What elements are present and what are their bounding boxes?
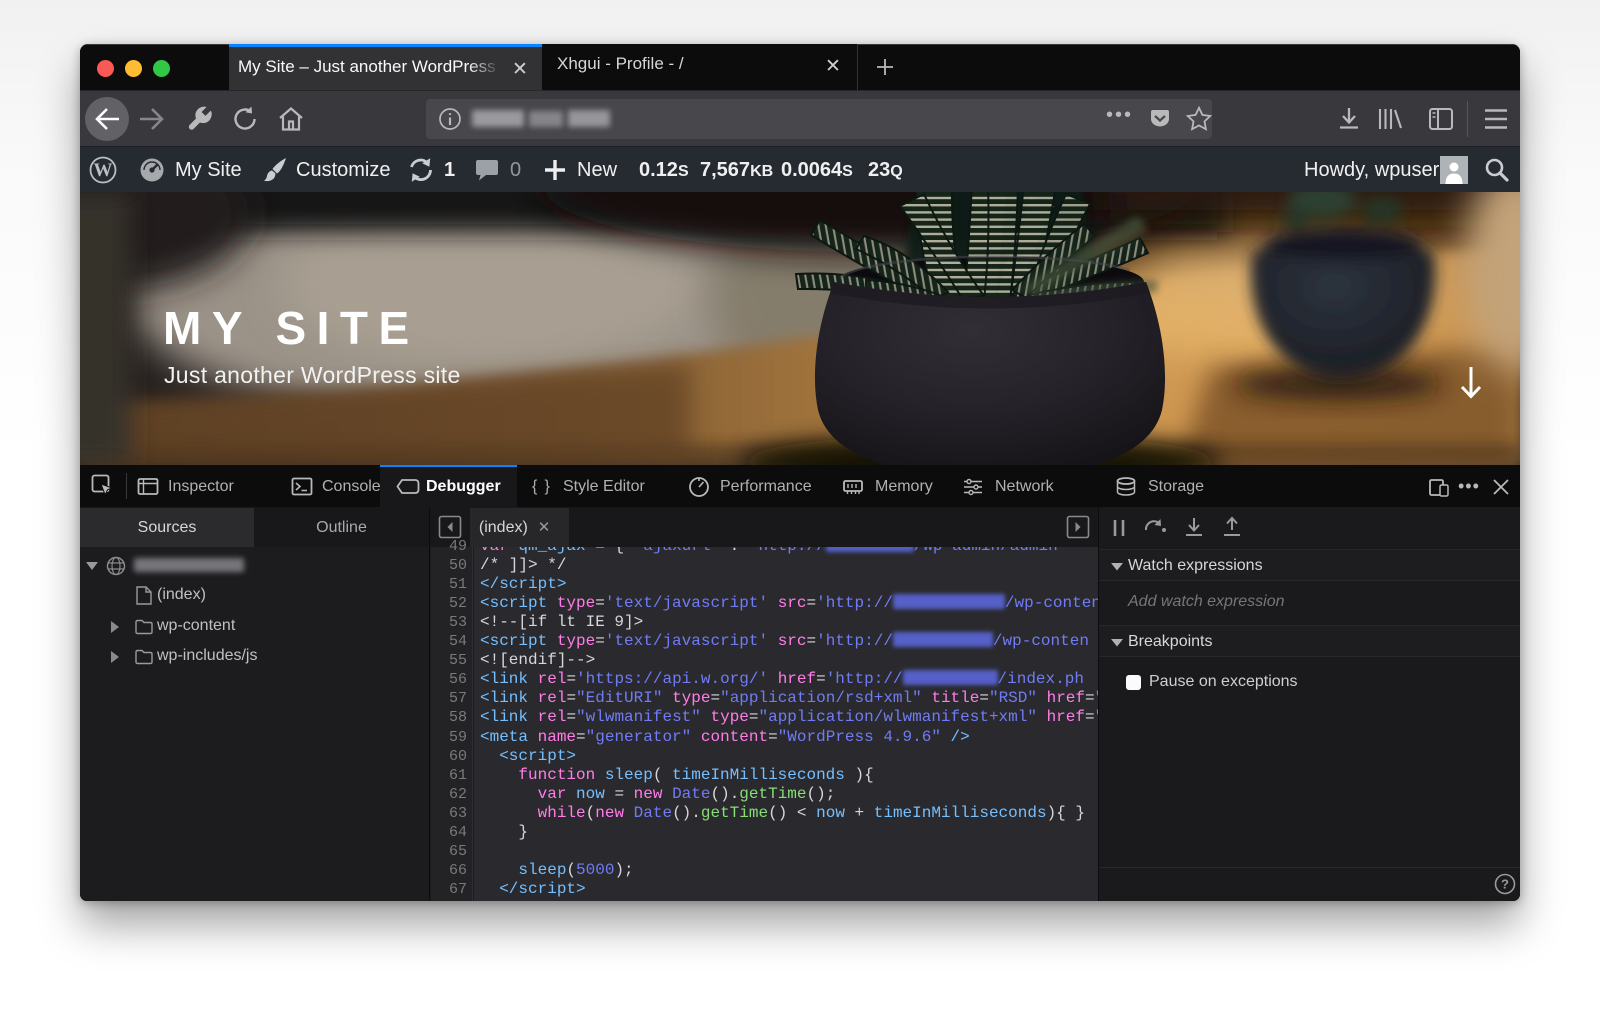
- svg-text:W: W: [94, 160, 113, 181]
- svg-text:?: ?: [1501, 877, 1509, 892]
